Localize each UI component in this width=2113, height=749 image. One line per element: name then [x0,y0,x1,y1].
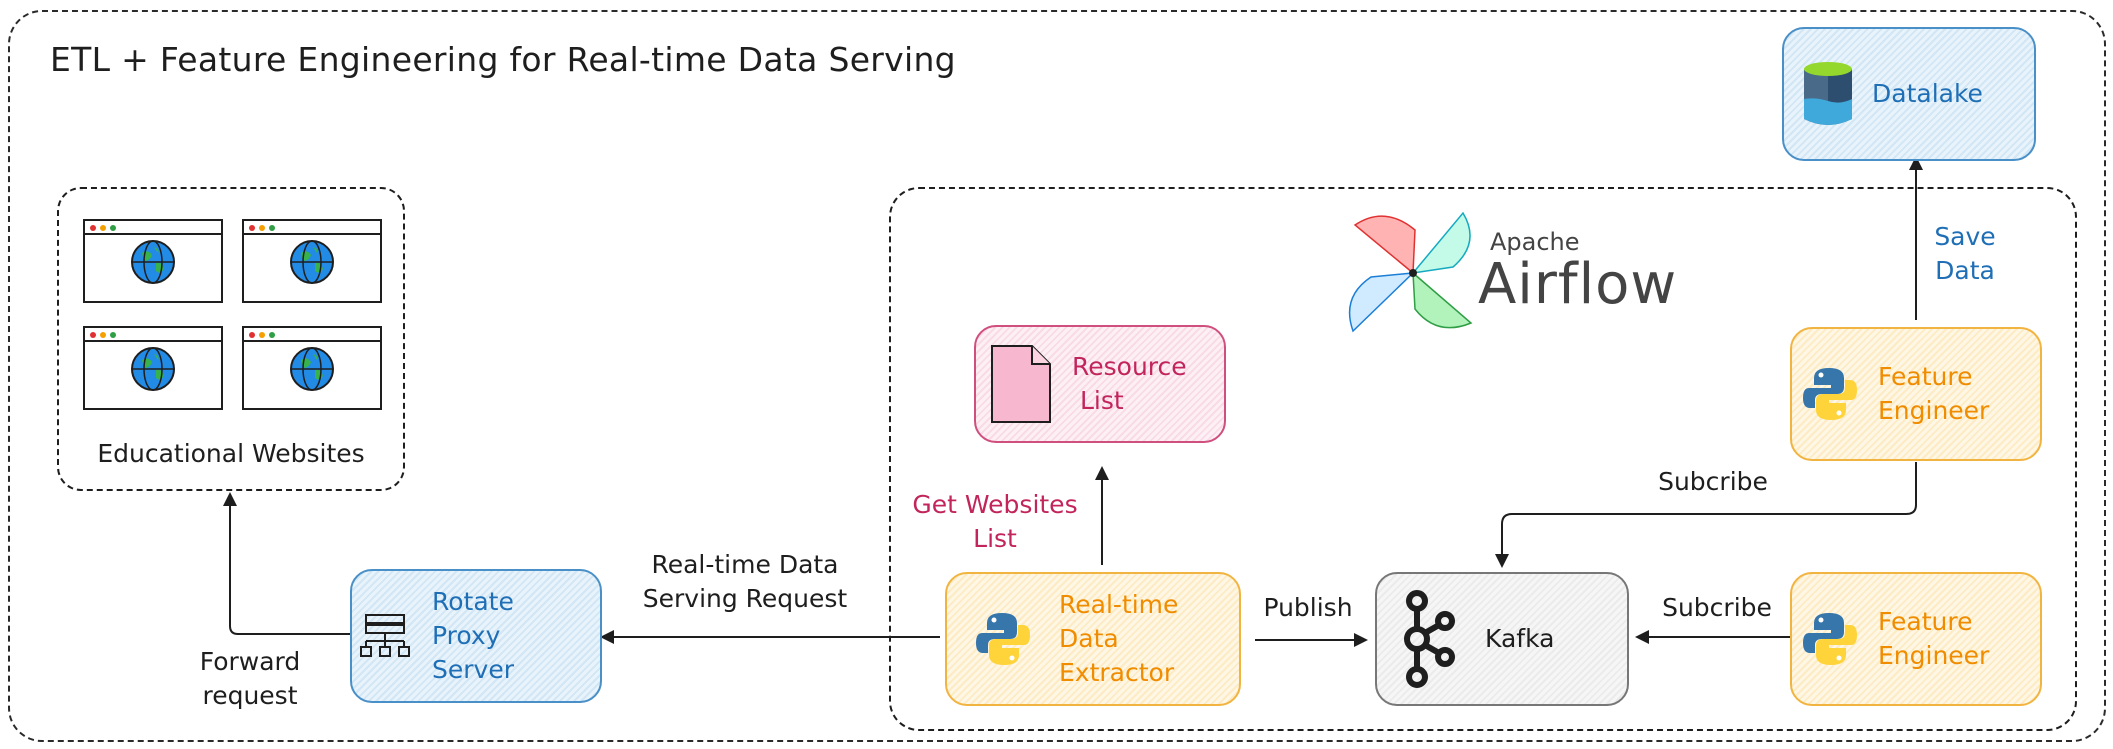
rotate-proxy-node[interactable]: Rotate Proxy Server [350,569,602,703]
browser-window [83,326,223,410]
resource-list-label-2: List [1080,386,1124,415]
globe-icon [131,347,175,391]
serving-request-label: Real-time Data Serving Request [642,550,848,613]
forward-request-label: Forward request [199,647,301,710]
resource-list-label-1: Resource [1072,352,1187,381]
extractor-label-1: Real-time [1059,590,1179,619]
globe-icon [290,240,334,284]
publish-label: Publish [1263,593,1353,622]
kafka-icon [1404,590,1455,688]
datalake-label: Datalake [1872,79,1983,108]
educational-websites-label: Educational Websites [97,439,365,468]
python-icon [1803,613,1857,665]
extractor-node[interactable]: Real-time Data Extractor [945,572,1241,706]
rotate-proxy-label-3: Server [432,655,514,684]
datalake-node[interactable]: Datalake [1782,27,2036,161]
edge-forward-request [223,492,350,635]
extractor-label-3: Extractor [1059,658,1175,687]
kafka-node[interactable]: Kafka [1375,572,1629,706]
rotate-proxy-label-2: Proxy [432,621,501,650]
airflow-name-text: Airflow [1478,252,1678,317]
document-icon [991,345,1051,423]
globe-icon [290,347,334,391]
extractor-label-2: Data [1059,624,1119,653]
globe-icon [131,240,175,284]
feature-engineer-top-node[interactable]: Feature Engineer [1790,327,2042,461]
subscribe-bottom-label: Subcribe [1662,593,1772,622]
get-websites-label: Get Websites List [912,490,1078,553]
feature-engineer-bottom-label-2: Engineer [1878,641,1990,670]
browser-window [83,219,223,303]
browser-window [242,219,382,303]
kafka-label: Kafka [1485,624,1555,653]
database-icon [1804,62,1852,125]
educational-websites-group: Educational Websites [57,187,405,491]
subscribe-top-label: Subcribe [1658,467,1768,496]
resource-list-node[interactable]: Resource List [974,325,1226,443]
feature-engineer-top-label-1: Feature [1878,362,1973,391]
python-icon [1803,368,1857,420]
feature-engineer-bottom-label-1: Feature [1878,607,1973,636]
browser-window [242,326,382,410]
feature-engineer-top-label-2: Engineer [1878,396,1990,425]
save-data-label: Save Data [1934,222,1996,285]
airflow-logo-icon [1348,211,1473,333]
server-network-icon [360,614,410,657]
python-icon [976,613,1030,665]
feature-engineer-bottom-node[interactable]: Feature Engineer [1790,572,2042,706]
rotate-proxy-label-1: Rotate [432,587,514,616]
